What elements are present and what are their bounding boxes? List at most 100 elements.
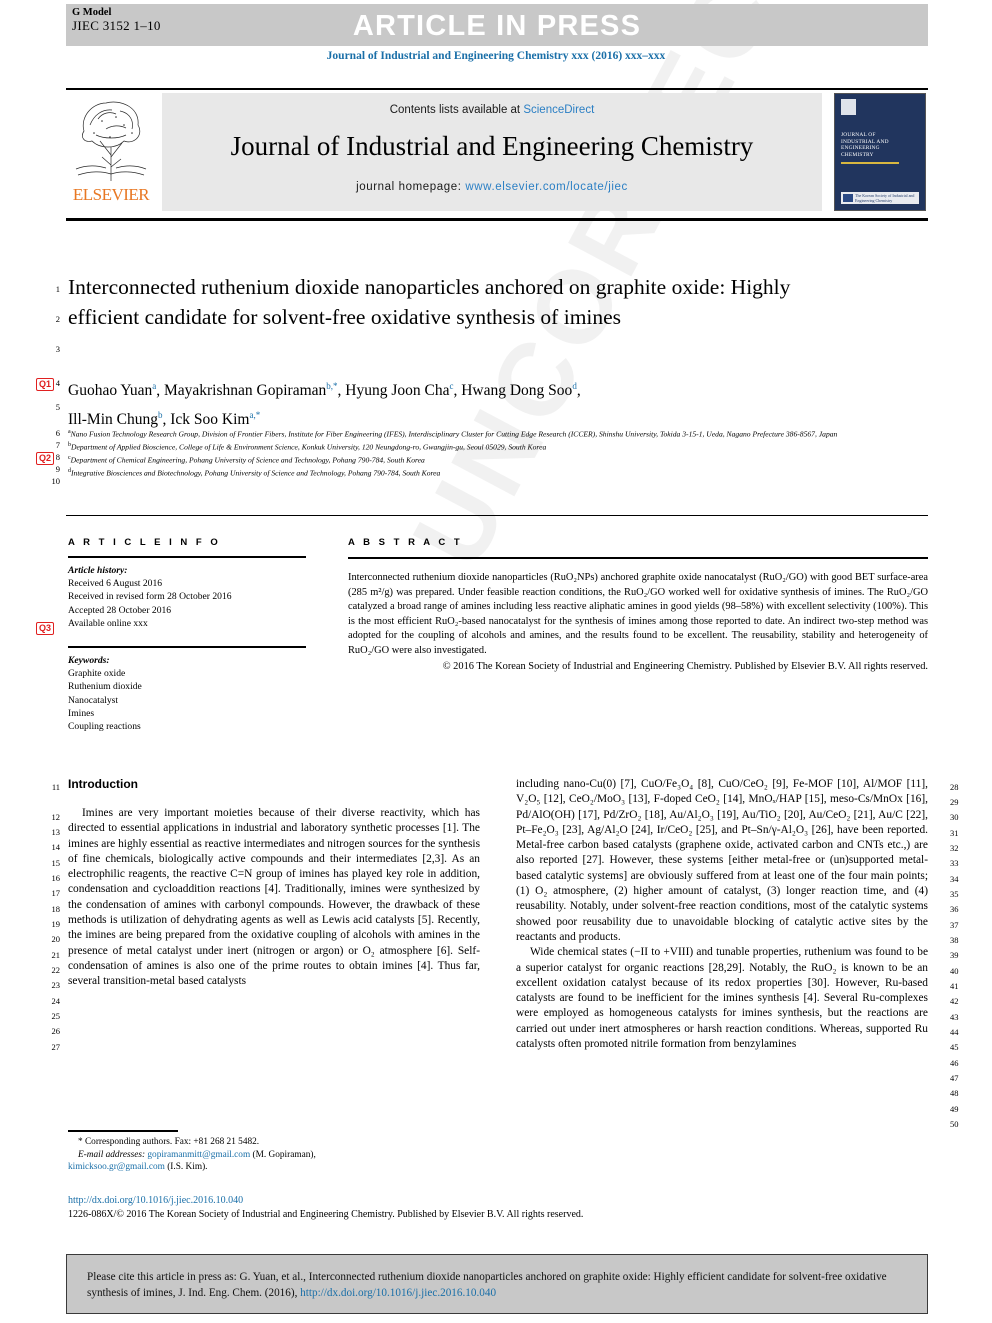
corresponding-author-note: * Corresponding authors. Fax: +81 268 21… <box>78 1137 260 1147</box>
affiliation-list: aNano Fusion Technology Research Group, … <box>68 427 868 480</box>
contents-line: Contents lists available at ScienceDirec… <box>162 104 822 116</box>
line-number: 49 <box>950 1104 959 1114</box>
abstract-text: Interconnected ruthenium dioxide nanopar… <box>348 572 928 656</box>
abstract-copyright: © 2016 The Korean Society of Industrial … <box>442 660 928 672</box>
abstract-block: A B S T R A C T Interconnected ruthenium… <box>348 537 928 674</box>
email-label: E-mail addresses: <box>78 1149 146 1160</box>
citation-doi-link[interactable]: http://dx.doi.org/10.1016/j.jiec.2016.10… <box>300 1287 496 1299</box>
line-number: 41 <box>950 981 959 991</box>
line-number: 12 <box>51 812 61 822</box>
line-number: 38 <box>950 935 959 945</box>
line-number: 19 <box>51 919 61 929</box>
line-number: 7 <box>55 440 60 450</box>
journal-homepage-line: journal homepage: www.elsevier.com/locat… <box>162 181 822 193</box>
query-marker-q1[interactable]: Q1 <box>36 378 55 391</box>
article-in-press-label: ARTICLE IN PRESS <box>352 10 642 42</box>
affiliation-item: dIntegrative Biosciences and Biotechnolo… <box>68 466 868 479</box>
line-number: 13 <box>51 827 61 837</box>
line-number: 39 <box>950 950 959 960</box>
article-history-label: Article history: <box>68 565 128 576</box>
article-in-press-banner: ARTICLE IN PRESS <box>66 4 928 46</box>
keyword-item: Imines <box>68 707 95 719</box>
elsevier-tree-icon <box>72 95 150 183</box>
query-marker-q3[interactable]: Q3 <box>36 622 55 635</box>
line-number: 42 <box>950 996 959 1006</box>
author-list: Guohao Yuana, Mayakrishnan Gopiramanb,*,… <box>68 381 581 429</box>
history-item: Available online xxx <box>68 617 148 629</box>
journal-cover-thumbnail: JOURNAL OF INDUSTRIAL AND ENGINEERING CH… <box>834 93 926 211</box>
line-number: 34 <box>950 874 959 884</box>
line-number: 2 <box>55 314 60 324</box>
affiliation-text: Integrative Biosciences and Biotechnolog… <box>71 468 441 478</box>
line-number: 24 <box>51 996 61 1006</box>
journal-title: Journal of Industrial and Engineering Ch… <box>230 131 754 161</box>
article-id: JIEC 3152 1–10 <box>72 18 161 33</box>
cover-society-text: The Korean Society of Industrial and Eng… <box>855 193 915 203</box>
cover-title-text: JOURNAL OF INDUSTRIAL AND ENGINEERING CH… <box>841 132 889 158</box>
email-line-1: E-mail addresses: gopiramanmitt@gmail.co… <box>68 1149 480 1162</box>
email-owner-2: (I.S. Kim). <box>167 1162 208 1173</box>
line-number: 6 <box>55 428 60 438</box>
query-marker-q2[interactable]: Q2 <box>36 452 55 465</box>
article-info-rule <box>68 556 306 558</box>
line-number: 30 <box>950 812 959 822</box>
page-title: Interconnected ruthenium dioxide nanopar… <box>68 275 791 329</box>
author-affil-marker: c <box>449 381 454 391</box>
line-number: 27 <box>51 1042 61 1052</box>
line-number: 36 <box>950 904 959 914</box>
affiliation-text: Nano Fusion Technology Research Group, D… <box>70 429 838 439</box>
body-column-left: Introduction Imines are very important m… <box>68 777 480 990</box>
author-affil-marker: b <box>158 410 163 421</box>
intro-paragraph-right-2: Wide chemical states (−II to +VIII) and … <box>516 946 928 1051</box>
cover-divider <box>841 162 899 164</box>
line-number: 28 <box>950 782 959 792</box>
abstract-rule <box>348 557 928 559</box>
line-number: 3 <box>55 344 60 354</box>
section-heading-introduction: Introduction <box>68 777 138 791</box>
line-number: 5 <box>55 402 60 412</box>
line-number: 20 <box>51 934 61 944</box>
affiliation-text: Department of Chemical Engineering, Poha… <box>70 455 425 465</box>
keyword-item: Graphite oxide <box>68 668 126 680</box>
issn-copyright-line: 1226-086X/© 2016 The Korean Society of I… <box>68 1208 584 1220</box>
article-info-block: A R T I C L E I N F O Article history: R… <box>68 537 326 733</box>
masthead-bottom-rule <box>66 218 928 221</box>
line-number: 40 <box>950 966 959 976</box>
footnote-block: * Corresponding authors. Fax: +81 268 21… <box>68 1136 480 1174</box>
line-number: 48 <box>950 1088 959 1098</box>
journal-homepage-link[interactable]: www.elsevier.com/locate/jiec <box>465 181 628 193</box>
email-owner-1: (M. Gopiraman), <box>252 1149 316 1160</box>
author-affil-marker: a,* <box>249 410 261 421</box>
email-link-kim[interactable]: kimicksoo.gr@gmail.com <box>68 1162 165 1172</box>
doi-link[interactable]: http://dx.doi.org/10.1016/j.jiec.2016.10… <box>68 1195 243 1206</box>
cover-logo-icon <box>841 99 856 115</box>
line-number: 10 <box>51 476 61 486</box>
affiliation-text: Department of Applied Bioscience, Colleg… <box>71 442 547 452</box>
keywords-block: Keywords: Graphite oxide Ruthenium dioxi… <box>68 654 326 733</box>
cover-society-footer: The Korean Society of Industrial and Eng… <box>841 192 919 204</box>
history-item: Received in revised form 28 October 2016 <box>68 591 232 603</box>
contents-prefix: Contents lists available at <box>389 104 524 116</box>
line-number: 23 <box>51 980 61 990</box>
keyword-item: Nanocatalyst <box>68 694 119 706</box>
author-name: Ill-Min Chung <box>68 411 158 429</box>
line-number: 35 <box>950 889 959 899</box>
article-page: UNCORRECTED PROOF ARTICLE IN PRESS G Mod… <box>0 0 992 1323</box>
line-number: 22 <box>51 965 61 975</box>
abstract-heading: A B S T R A C T <box>348 537 463 548</box>
g-model-block: G Model JIEC 3152 1–10 <box>72 6 161 32</box>
line-number: 11 <box>51 782 60 792</box>
doi-copyright-block: http://dx.doi.org/10.1016/j.jiec.2016.10… <box>68 1194 588 1221</box>
line-number: 21 <box>51 950 61 960</box>
homepage-prefix: journal homepage: <box>356 181 466 193</box>
email-link-gopiraman[interactable]: gopiramanmitt@gmail.com <box>147 1150 250 1160</box>
line-number: 25 <box>51 1011 61 1021</box>
journal-running-head: Journal of Industrial and Engineering Ch… <box>326 50 666 62</box>
sciencedirect-link[interactable]: ScienceDirect <box>523 104 594 116</box>
line-number: 1 <box>55 284 60 294</box>
author-name: Hwang Dong Soo <box>461 382 573 400</box>
history-item: Accepted 28 October 2016 <box>68 604 172 616</box>
line-number: 47 <box>950 1073 959 1083</box>
elsevier-wordmark: ELSEVIER <box>72 185 150 204</box>
author-affil-marker: b,* <box>326 381 338 391</box>
